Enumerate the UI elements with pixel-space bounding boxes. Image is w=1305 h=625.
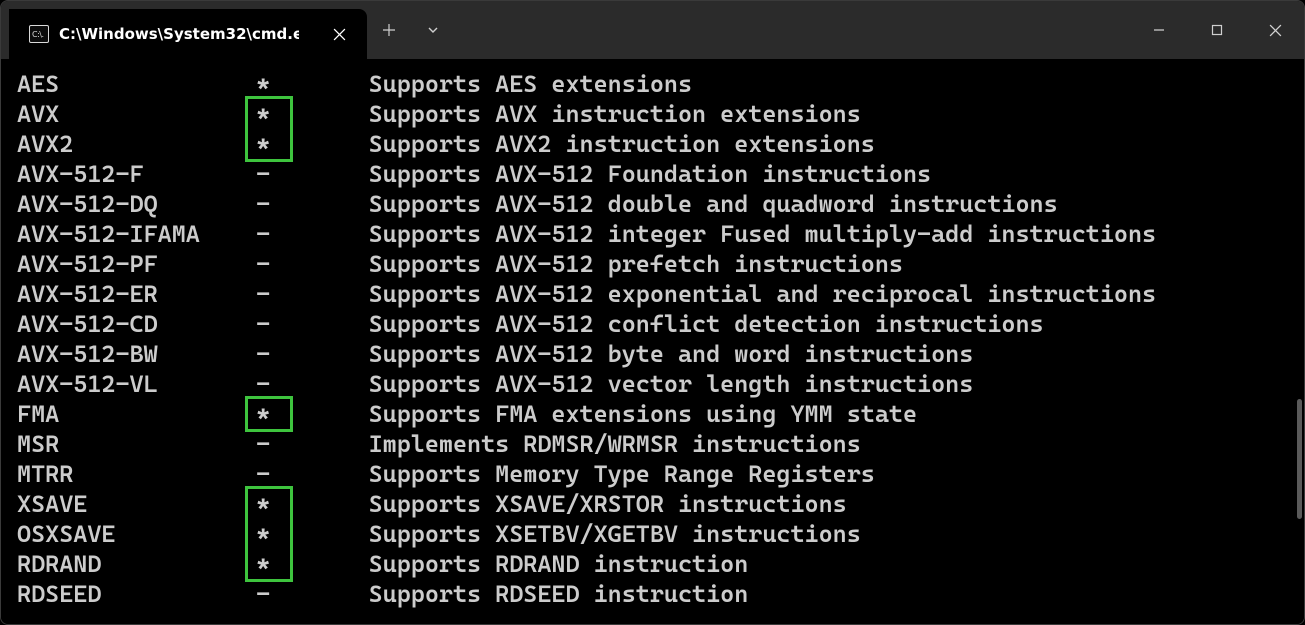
feature-flag: * [228, 399, 369, 429]
terminal-window: C:\. C:\Windows\System32\cmd.e AES * [0, 0, 1305, 625]
plus-icon [382, 23, 396, 37]
output-row: AVX-512-DQ -Supports AVX-512 double and … [17, 189, 1304, 219]
output-row: XSAVE *Supports XSAVE/XRSTOR instruction… [17, 489, 1304, 519]
output-row: AVX-512-VL -Supports AVX-512 vector leng… [17, 369, 1304, 399]
close-icon [1269, 24, 1282, 37]
output-row: AVX-512-PF -Supports AVX-512 prefetch in… [17, 249, 1304, 279]
feature-name: AES [17, 69, 228, 99]
feature-description: Supports AVX-512 double and quadword ins… [369, 189, 1058, 219]
feature-name: AVX-512-ER [17, 279, 228, 309]
output-row: RDRAND *Supports RDRAND instruction [17, 549, 1304, 579]
feature-description: Supports AVX-512 vector length instructi… [369, 369, 974, 399]
output-row: AVX-512-ER -Supports AVX-512 exponential… [17, 279, 1304, 309]
feature-flag: * [228, 489, 369, 519]
feature-flag: - [228, 309, 369, 339]
feature-name: MSR [17, 429, 228, 459]
feature-name: OSXSAVE [17, 519, 228, 549]
feature-flag: - [228, 159, 369, 189]
output-row: MTRR -Supports Memory Type Range Registe… [17, 459, 1304, 489]
output-row: AVX-512-CD -Supports AVX-512 conflict de… [17, 309, 1304, 339]
window-controls [1130, 1, 1304, 59]
feature-flag: - [228, 339, 369, 369]
output-row: FMA *Supports FMA extensions using YMM s… [17, 399, 1304, 429]
feature-name: MTRR [17, 459, 228, 489]
feature-name: AVX2 [17, 129, 228, 159]
feature-flag: - [228, 279, 369, 309]
feature-name: AVX [17, 99, 228, 129]
close-icon [333, 28, 346, 41]
output-row: MSR -Implements RDMSR/WRMSR instructions [17, 429, 1304, 459]
tab-title: C:\Windows\System32\cmd.e [59, 25, 299, 43]
tab-dropdown-button[interactable] [411, 1, 455, 59]
feature-description: Supports Memory Type Range Registers [369, 459, 875, 489]
feature-description: Supports RDRAND instruction [369, 549, 749, 579]
feature-flag: - [228, 369, 369, 399]
feature-description: Supports XSAVE/XRSTOR instructions [369, 489, 847, 519]
feature-name: AVX-512-F [17, 159, 228, 189]
feature-flag: * [228, 549, 369, 579]
feature-description: Supports XSETBV/XGETBV instructions [369, 519, 861, 549]
feature-flag: - [228, 429, 369, 459]
scrollbar-thumb[interactable] [1297, 399, 1302, 519]
feature-flag: - [228, 459, 369, 489]
output-row: AVX *Supports AVX instruction extensions [17, 99, 1304, 129]
feature-flag: - [228, 219, 369, 249]
feature-flag: - [228, 249, 369, 279]
feature-description: Supports AES extensions [369, 69, 692, 99]
feature-name: AVX-512-IFAMA [17, 219, 228, 249]
output-row: AES *Supports AES extensions [17, 69, 1304, 99]
feature-name: AVX-512-VL [17, 369, 228, 399]
feature-description: Supports AVX-512 prefetch instructions [369, 249, 903, 279]
feature-description: Supports FMA extensions using YMM state [369, 399, 917, 429]
feature-name: FMA [17, 399, 228, 429]
feature-flag: * [228, 99, 369, 129]
chevron-down-icon [427, 24, 439, 36]
feature-name: AVX-512-DQ [17, 189, 228, 219]
feature-description: Supports RDSEED instruction [369, 579, 749, 609]
maximize-icon [1211, 24, 1223, 36]
maximize-button[interactable] [1188, 1, 1246, 59]
feature-name: AVX-512-BW [17, 339, 228, 369]
output-row: RDSEED -Supports RDSEED instruction [17, 579, 1304, 609]
output-row: AVX2 *Supports AVX2 instruction extensio… [17, 129, 1304, 159]
feature-description: Supports AVX-512 conflict detection inst… [369, 309, 1044, 339]
active-tab[interactable]: C:\. C:\Windows\System32\cmd.e [9, 9, 367, 59]
feature-description: Supports AVX instruction extensions [369, 99, 861, 129]
output-row: AVX-512-BW -Supports AVX-512 byte and wo… [17, 339, 1304, 369]
new-tab-button[interactable] [367, 1, 411, 59]
minimize-button[interactable] [1130, 1, 1188, 59]
output-row: OSXSAVE *Supports XSETBV/XGETBV instruct… [17, 519, 1304, 549]
feature-name: RDRAND [17, 549, 228, 579]
output-row: AVX-512-F -Supports AVX-512 Foundation i… [17, 159, 1304, 189]
feature-flag: - [228, 579, 369, 609]
feature-name: XSAVE [17, 489, 228, 519]
titlebar: C:\. C:\Windows\System32\cmd.e [1, 1, 1304, 59]
feature-description: Implements RDMSR/WRMSR instructions [369, 429, 861, 459]
feature-name: RDSEED [17, 579, 228, 609]
feature-description: Supports AVX-512 byte and word instructi… [369, 339, 974, 369]
feature-description: Supports AVX-512 Foundation instructions [369, 159, 932, 189]
feature-flag: - [228, 189, 369, 219]
feature-flag: * [228, 519, 369, 549]
cmd-icon: C:\. [29, 25, 49, 43]
feature-name: AVX-512-CD [17, 309, 228, 339]
output-row: AVX-512-IFAMA -Supports AVX-512 integer … [17, 219, 1304, 249]
terminal-output[interactable]: AES *Supports AES extensionsAVX *Support… [1, 59, 1304, 624]
feature-flag: * [228, 129, 369, 159]
feature-description: Supports AVX-512 exponential and recipro… [369, 279, 1157, 309]
feature-flag: * [228, 69, 369, 99]
minimize-icon [1153, 24, 1165, 36]
feature-description: Supports AVX-512 integer Fused multiply-… [369, 219, 1157, 249]
feature-description: Supports AVX2 instruction extensions [369, 129, 875, 159]
tab-close-button[interactable] [325, 20, 353, 48]
close-window-button[interactable] [1246, 1, 1304, 59]
feature-name: AVX-512-PF [17, 249, 228, 279]
